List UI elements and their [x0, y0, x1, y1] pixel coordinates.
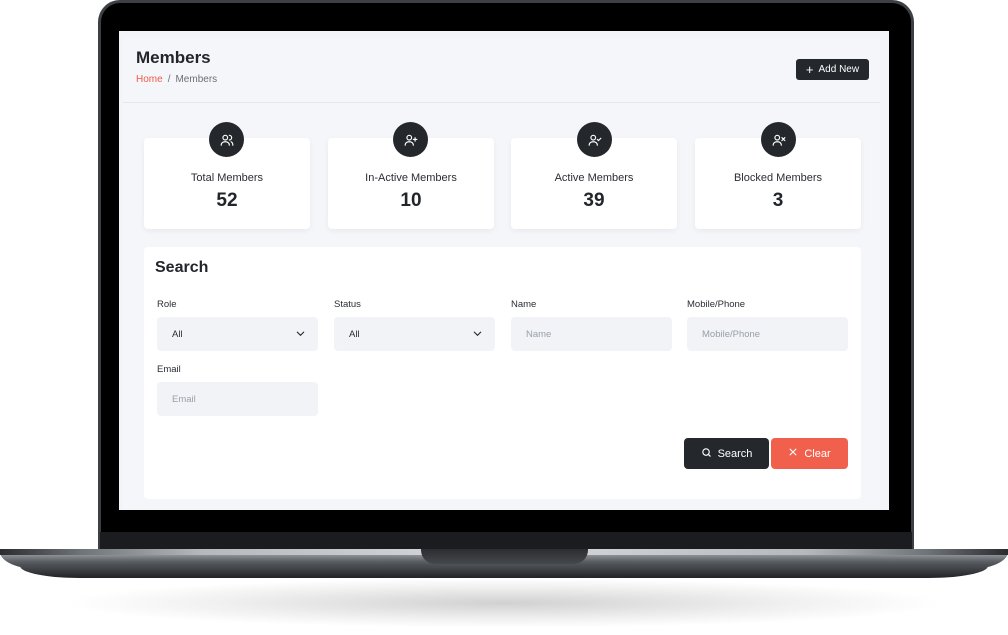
page-header: Members Home / Members + Add New	[123, 37, 880, 103]
email-label: Email	[157, 364, 181, 375]
chevron-down-icon	[472, 328, 483, 342]
laptop-foot	[20, 566, 988, 578]
laptop-shadow	[60, 578, 948, 628]
users-icon	[209, 122, 244, 157]
role-select[interactable]: All	[157, 317, 318, 351]
email-input[interactable]: Email	[157, 382, 318, 416]
search-button[interactable]: Search	[684, 438, 769, 469]
close-icon	[788, 447, 798, 460]
status-label: Status	[334, 299, 361, 310]
stat-value: 52	[216, 190, 238, 211]
user-check-icon	[577, 122, 612, 157]
plus-icon: +	[805, 61, 814, 77]
breadcrumb: Home / Members	[136, 74, 217, 85]
status-select[interactable]: All	[334, 317, 495, 351]
user-x-icon	[761, 122, 796, 157]
search-button-label: Search	[717, 447, 753, 460]
stat-label: Total Members	[190, 172, 264, 184]
clear-button[interactable]: Clear	[771, 438, 848, 469]
mobile-input[interactable]: Mobile/Phone	[687, 317, 848, 351]
add-new-button[interactable]: + Add New	[796, 59, 869, 80]
search-panel: Search Role All Status All Name Name Mob…	[144, 247, 861, 499]
role-label: Role	[157, 299, 177, 310]
role-select-value: All	[172, 328, 183, 340]
breadcrumb-current: Members	[175, 74, 218, 85]
user-plus-icon	[393, 122, 428, 157]
laptop-notch	[421, 549, 588, 564]
name-input[interactable]: Name	[511, 317, 672, 351]
stat-label: Active Members	[554, 172, 634, 184]
stat-label: In-Active Members	[365, 172, 457, 184]
stat-value: 10	[400, 190, 422, 211]
status-select-value: All	[349, 328, 360, 340]
screen: Members Home / Members + Add New Total Mem…	[119, 31, 889, 510]
chevron-down-icon	[295, 328, 306, 342]
stat-value: 3	[772, 190, 784, 211]
mobile-label: Mobile/Phone	[687, 299, 746, 310]
search-title: Search	[155, 259, 209, 276]
stat-value: 39	[583, 190, 605, 211]
breadcrumb-separator: /	[167, 74, 171, 85]
members-page: Members Home / Members + Add New Total Mem…	[123, 37, 880, 510]
clear-button-label: Clear	[804, 447, 831, 460]
breadcrumb-home-link[interactable]: Home	[136, 74, 163, 85]
search-icon	[701, 447, 712, 461]
stat-label: Blocked Members	[733, 172, 823, 184]
add-new-label: Add New	[818, 64, 860, 75]
name-label: Name	[511, 299, 537, 310]
page-title: Members	[136, 48, 211, 67]
